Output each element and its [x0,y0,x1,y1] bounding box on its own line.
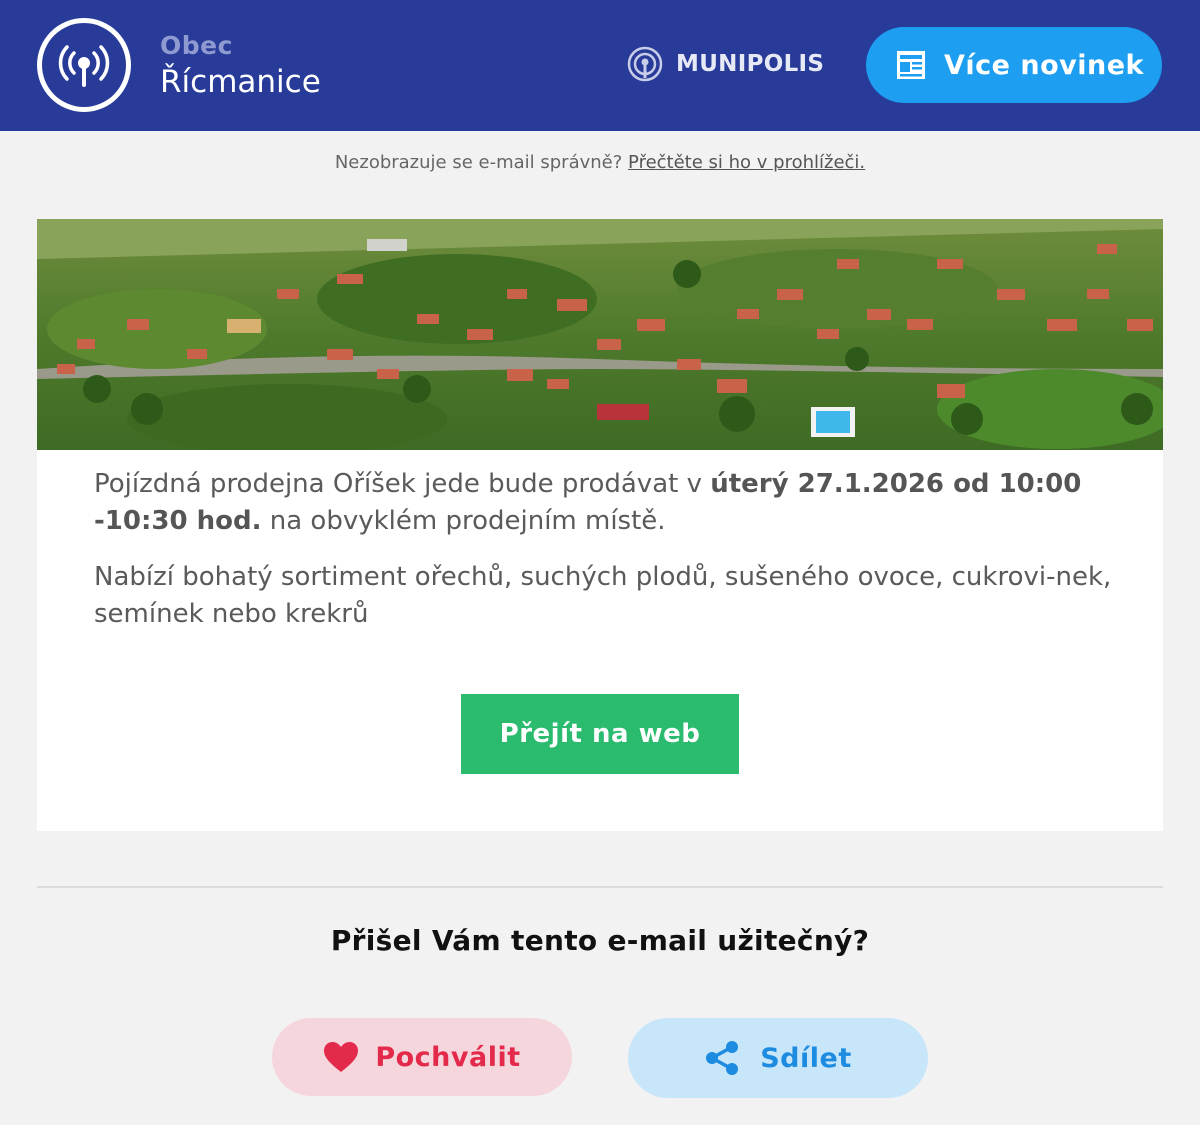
article-text: Pojízdná prodejna Oříšek jede bude prodá… [94,466,1114,652]
email-header: Obec Řícmanice MUNIPOLIS Více novinek [0,0,1200,131]
view-in-browser-link[interactable]: Přečtěte si ho v prohlížeči. [628,152,865,173]
more-news-label: Více novinek [944,49,1144,81]
section-divider [37,886,1163,888]
praise-label: Pochválit [375,1041,521,1073]
article-card: Pojízdná prodejna Oříšek jede bude prodá… [37,219,1163,831]
newspaper-icon [897,51,925,79]
munipolis-label: MUNIPOLIS [676,51,825,77]
village-name: Řícmanice [160,64,321,100]
article-paragraph-2: Nabízí bohatý sortiment ořechů, suchých … [94,562,1112,629]
view-in-browser-notice: Nezobrazuje se e-mail správně? Přečtěte … [0,152,1200,173]
feedback-question: Přišel Vám tento e-mail užitečný? [330,924,870,957]
share-label: Sdílet [760,1042,852,1074]
share-button[interactable]: Sdílet [628,1018,928,1098]
share-icon [706,1041,739,1075]
praise-button[interactable]: Pochválit [272,1018,572,1096]
go-to-web-button[interactable]: Přejít na web [461,694,739,774]
notice-text: Nezobrazuje se e-mail správně? [334,152,623,173]
brand-label-small: Obec [160,31,233,60]
article-paragraph-1: Pojízdná prodejna Oříšek jede bude prodá… [94,469,1082,536]
heart-icon [324,1042,359,1072]
broadcast-icon [58,45,110,87]
village-aerial-photo [37,219,1163,450]
munipolis-icon [627,46,663,82]
more-news-button[interactable]: Více novinek [866,27,1162,103]
village-logo[interactable] [37,18,131,112]
munipolis-logo[interactable]: MUNIPOLIS [626,44,824,84]
